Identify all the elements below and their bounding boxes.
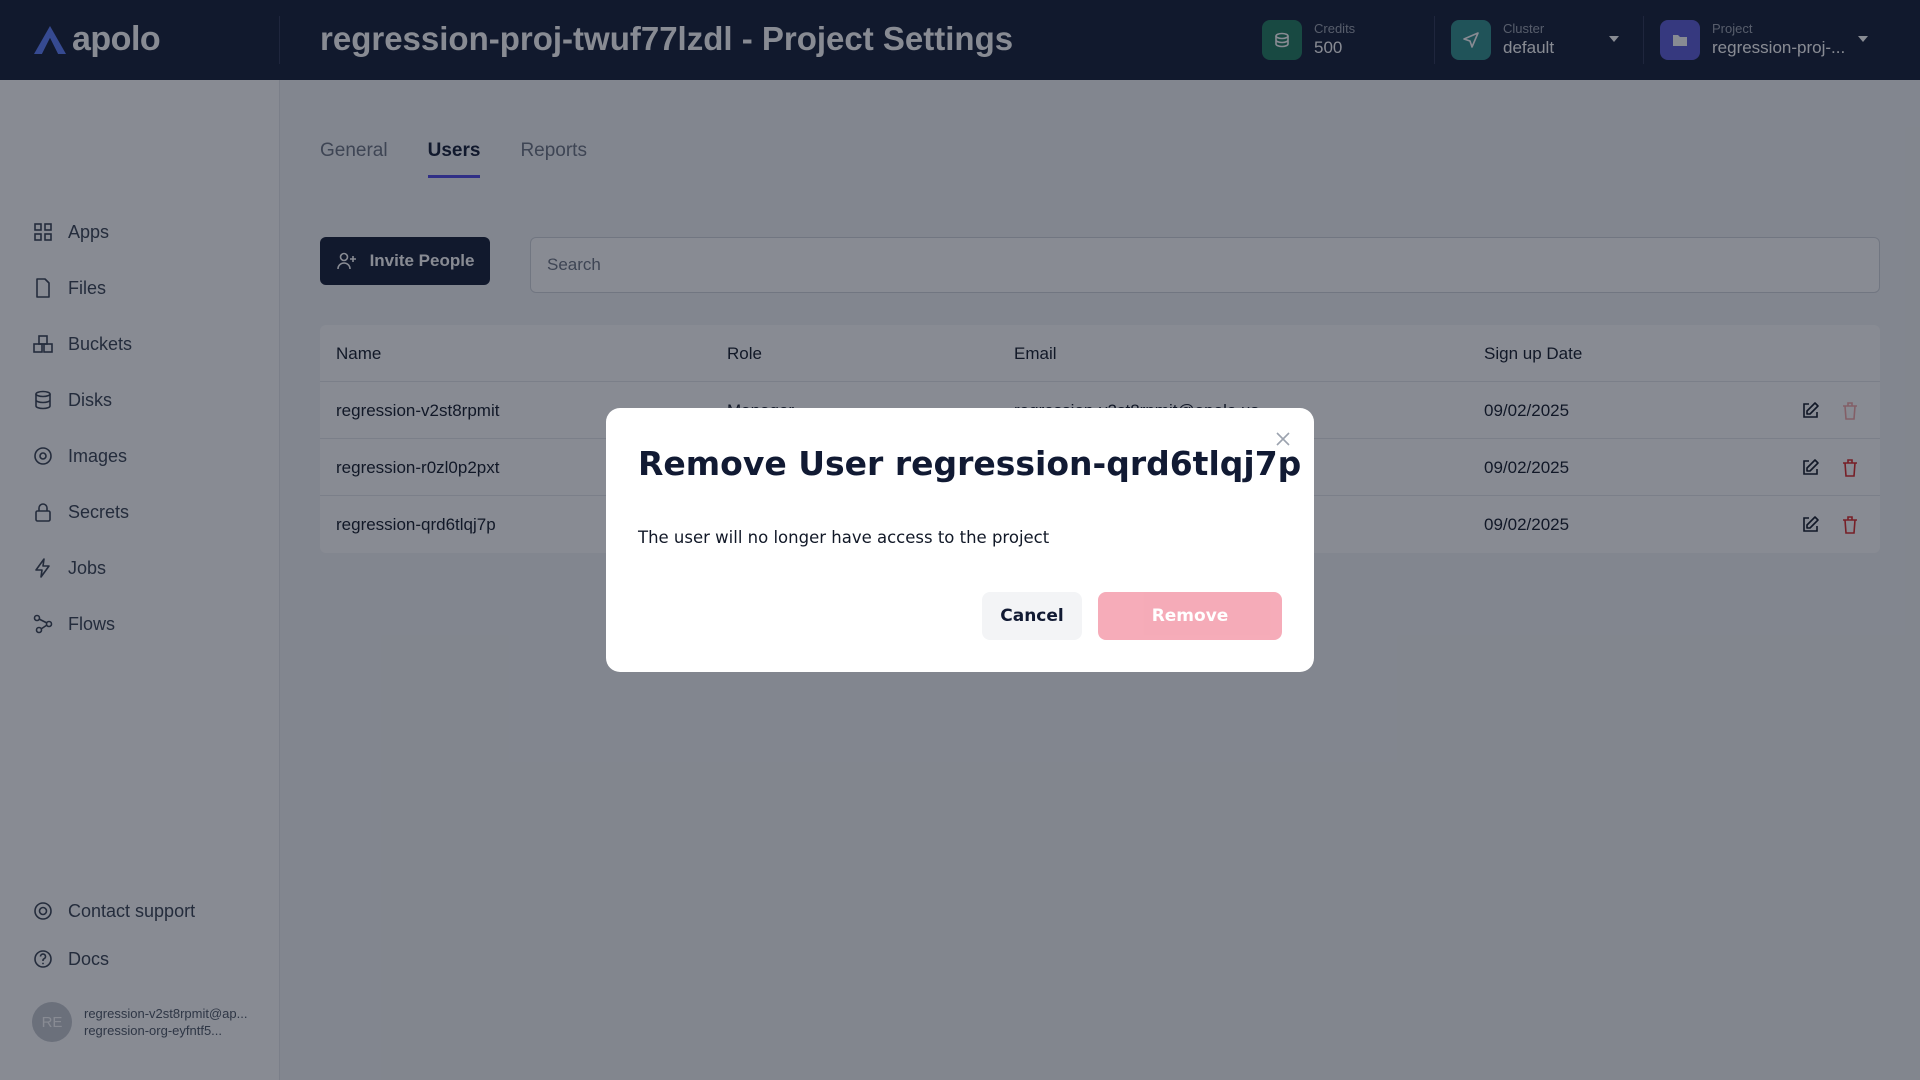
cancel-button[interactable]: Cancel	[982, 592, 1082, 640]
remove-button[interactable]: Remove	[1098, 592, 1282, 640]
dialog-title: Remove User regression-qrd6tlqj7p	[638, 444, 1302, 483]
close-icon[interactable]	[1274, 430, 1292, 448]
remove-user-dialog: Remove User regression-qrd6tlqj7p The us…	[606, 408, 1314, 672]
dialog-message: The user will no longer have access to t…	[638, 528, 1050, 547]
